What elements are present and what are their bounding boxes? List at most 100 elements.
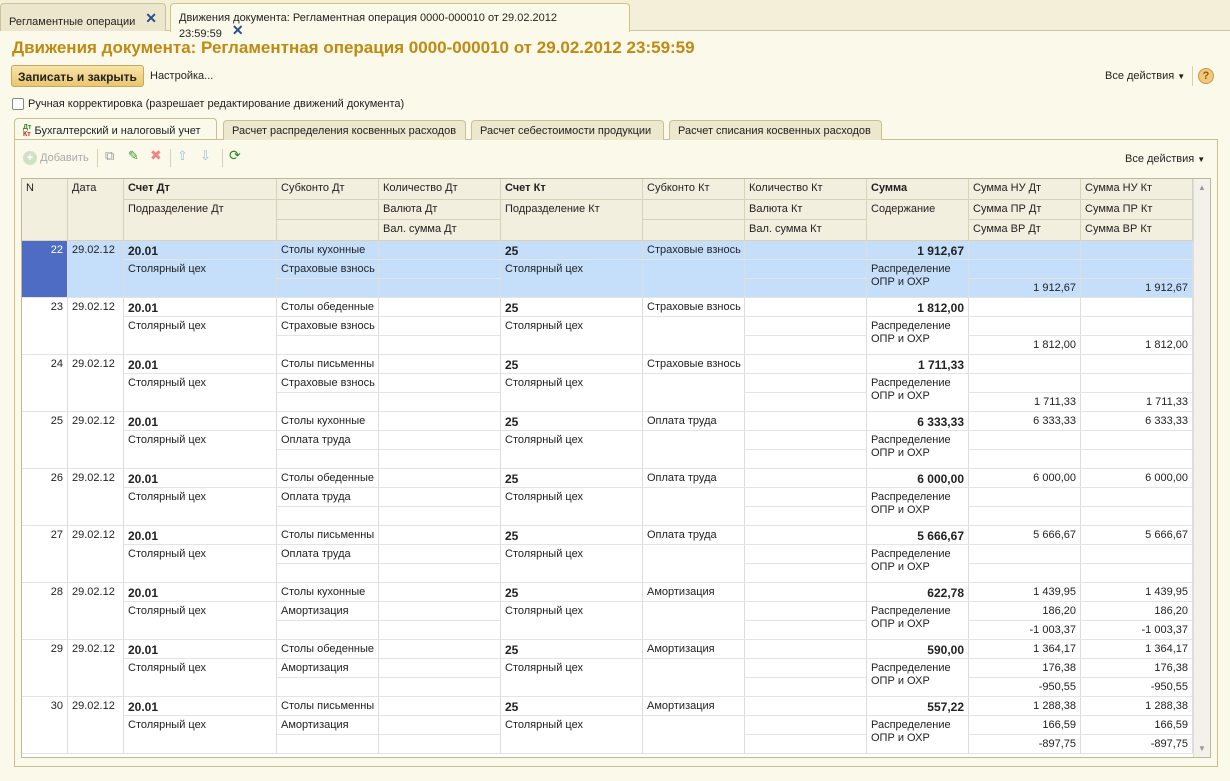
delete-icon[interactable]: ✖ (150, 147, 162, 164)
subconto-dt-2: Страховые взнось (277, 260, 379, 279)
tax-sum-dt (969, 564, 1081, 583)
column-header (277, 200, 379, 220)
tax-sum-kt: 166,59 (1081, 716, 1193, 735)
sum: 590,00 (867, 640, 969, 659)
tab-accounting[interactable]: Дт Кт Бухгалтерский и налоговый учет (14, 118, 217, 139)
save-and-close-button[interactable]: Записать и закрыть (11, 65, 144, 87)
tax-sum-kt: 5 666,67 (1081, 526, 1193, 545)
account-dt: 20.01 (124, 583, 277, 602)
tab-indirect-distribution[interactable]: Расчет распределения косвенных расходов (223, 120, 466, 140)
move-up-icon[interactable]: ⇧ (177, 148, 188, 164)
column-header-date: Дата (68, 179, 124, 241)
subconto-dt-1: Столы обеденные (277, 298, 379, 317)
tax-sum-kt (1081, 374, 1193, 393)
content-line: Распределение (871, 548, 951, 560)
tax-sum-kt (1081, 507, 1193, 526)
table-all-actions-menu[interactable]: Все действия ▼ (1125, 153, 1205, 165)
column-header-sub-dt: Субконто Дт (277, 179, 379, 200)
column-header-qty-dt: Количество Дт (379, 179, 501, 200)
scroll-up-icon[interactable]: ▲ (1194, 183, 1210, 192)
close-icon[interactable]: ✕ (145, 10, 157, 26)
content-line: Распределение (871, 263, 951, 275)
scroll-down-icon[interactable]: ▼ (1194, 744, 1210, 753)
close-icon[interactable]: ✕ (232, 22, 244, 38)
division-kt: Столярный цех (501, 431, 643, 469)
content: Распределение ОПР и ОХР (867, 602, 969, 640)
cur-sum-dt (379, 393, 501, 412)
help-icon[interactable]: ? (1198, 68, 1214, 84)
subconto-dt-3 (277, 564, 379, 583)
subconto-kt-1: Оплата труда (643, 469, 745, 488)
tab-cost-calculation[interactable]: Расчет себестоимости продукции (471, 120, 664, 140)
content-line: Распределение (871, 605, 951, 617)
divider (1192, 66, 1193, 86)
tax-sum-dt (969, 317, 1081, 336)
subconto-dt-1: Столы письменны (277, 697, 379, 716)
subconto-dt-1: Столы письменны (277, 355, 379, 374)
tax-sum-dt: 176,38 (969, 659, 1081, 678)
currency-dt (379, 545, 501, 564)
currency-kt (745, 545, 867, 564)
column-header-nu-kt: Сумма НУ Кт (1081, 179, 1193, 200)
account-dt: 20.01 (124, 469, 277, 488)
subconto-dt-3 (277, 621, 379, 640)
tax-sum-dt (969, 260, 1081, 279)
manual-correction-label: Ручная корректировка (разрешает редактир… (28, 98, 405, 110)
content: Распределение ОПР и ОХР (867, 488, 969, 526)
tax-sum-kt (1081, 241, 1193, 260)
sum: 5 666,67 (867, 526, 969, 545)
tab-indirect-writeoff[interactable]: Расчет списания косвенных расходов (669, 120, 882, 140)
division-dt: Столярный цех (124, 317, 277, 355)
window-tab-movements[interactable]: Движения документа: Регламентная операци… (170, 3, 630, 40)
movements-table[interactable]: ▲ ▼ N Дата Счет Дт Подразделение Дт Субконто… (21, 178, 1211, 758)
currency-kt (745, 431, 867, 450)
content-line: Распределение (871, 320, 951, 332)
column-header-acc-dt: Счет Дт (124, 179, 277, 200)
currency-dt (379, 716, 501, 735)
column-header-cursum-kt: Вал. сумма Кт (745, 220, 867, 241)
dropdown-arrow-icon: ▼ (1197, 155, 1206, 164)
subconto-kt-1: Страховые взнось (643, 241, 745, 260)
add-button[interactable]: + Добавить (23, 151, 89, 165)
division-kt: Столярный цех (501, 260, 643, 298)
division-dt: Столярный цех (124, 545, 277, 583)
currency-kt (745, 659, 867, 678)
currency-kt (745, 716, 867, 735)
currency-dt (379, 602, 501, 621)
all-actions-label: Все действия (1105, 70, 1175, 82)
cur-sum-dt (379, 678, 501, 697)
cur-sum-kt (745, 393, 867, 412)
all-actions-menu[interactable]: Все действия ▼ (1105, 70, 1185, 82)
cur-sum-kt (745, 336, 867, 355)
copy-icon[interactable]: ⧉ (105, 148, 114, 164)
account-kt: 25 (501, 298, 643, 317)
tax-sum-dt (969, 431, 1081, 450)
column-header (643, 220, 745, 241)
tax-sum-dt (969, 507, 1081, 526)
tax-sum-kt (1081, 355, 1193, 374)
content: Распределение ОПР и ОХР (867, 431, 969, 469)
manual-correction-checkbox[interactable] (12, 98, 24, 110)
refresh-icon[interactable]: ⟳ (229, 147, 241, 164)
tax-sum-kt: -1 003,37 (1081, 621, 1193, 640)
qty-dt (379, 583, 501, 602)
content-line: ОПР и ОХР (871, 447, 930, 459)
division-dt: Столярный цех (124, 716, 277, 754)
account-dt: 20.01 (124, 298, 277, 317)
move-down-icon[interactable]: ⇩ (200, 148, 211, 164)
row-date: 29.02.12 (68, 469, 124, 526)
vertical-scrollbar[interactable]: ▲ ▼ (1193, 179, 1210, 757)
tax-sum-dt (969, 241, 1081, 260)
tax-sum-kt (1081, 488, 1193, 507)
column-header-sum: Сумма (867, 179, 969, 200)
edit-pencil-icon[interactable]: ✎ (128, 148, 139, 164)
qty-kt (745, 355, 867, 374)
account-dt: 20.01 (124, 640, 277, 659)
qty-kt (745, 640, 867, 659)
account-dt: 20.01 (124, 241, 277, 260)
window-tab-regl-ops[interactable]: Регламентные операции ✕ (0, 3, 166, 31)
subconto-kt-2 (643, 374, 745, 412)
account-kt: 25 (501, 640, 643, 659)
tax-sum-dt: -950,55 (969, 678, 1081, 697)
settings-button[interactable]: Настройка... (150, 70, 213, 82)
